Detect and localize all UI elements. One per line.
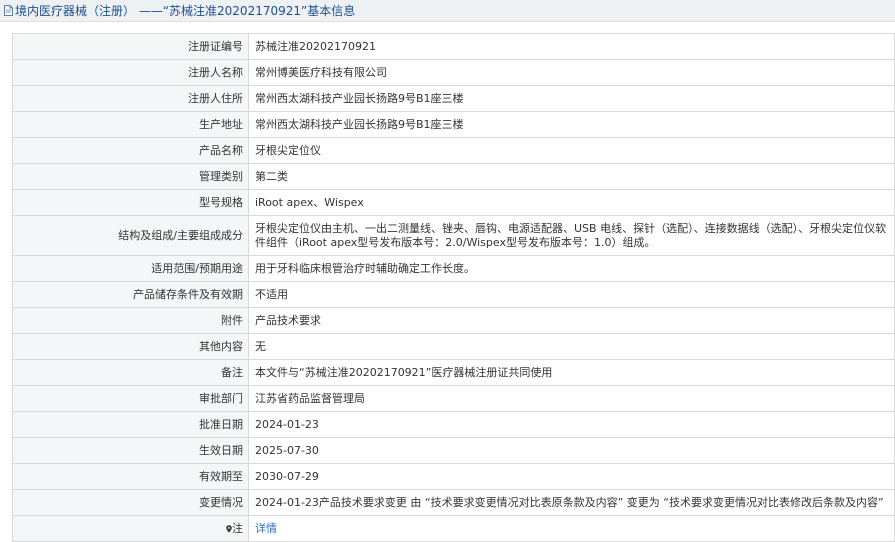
registration-info-table: 注册证编号 苏械注准20202170921 注册人名称 常州博美医疗科技有限公司 注册人… [12,33,895,542]
info-row: 变更情况 2024-01-23产品技术要求变更 由 “技术要求变更情况对比表原条款… [12,489,895,516]
info-row: 产品储存条件及有效期 不适用 [12,281,895,308]
field-label: 注册人住所 [12,85,249,112]
field-label: 注册证编号 [12,33,249,60]
field-value: 江苏省药品监督管理局 [248,385,895,412]
info-row: 生效日期 2025-07-30 [12,437,895,464]
field-label: 注册人名称 [12,59,249,86]
field-label: 批准日期 [12,411,249,438]
page-title: 境内医疗器械（注册） ——“苏械注准20202170921”基本信息 [15,4,356,18]
field-value: 用于牙科临床根管治疗时辅助确定工作长度。 [248,255,895,282]
info-row: 适用范围/预期用途 用于牙科临床根管治疗时辅助确定工作长度。 [12,255,895,282]
info-row: 有效期至 2030-07-29 [12,463,895,490]
details-link[interactable]: 详情 [255,522,277,535]
field-label: 管理类别 [12,163,249,190]
info-row: 批准日期 2024-01-23 [12,411,895,438]
info-row: 注册人名称 常州博美医疗科技有限公司 [12,59,895,86]
field-label: 产品储存条件及有效期 [12,281,249,308]
field-label: 备注 [12,359,249,386]
field-value: 苏械注准20202170921 [248,33,895,60]
field-value: 2025-07-30 [248,437,895,464]
info-row: 注册证编号 苏械注准20202170921 [12,33,895,60]
field-label: 适用范围/预期用途 [12,255,249,282]
note-label-cell: 注 [12,515,249,542]
field-label: 生产地址 [12,111,249,138]
field-value: iRoot apex、Wispex [248,189,895,216]
field-value: 本文件与“苏械注准20202170921”医疗器械注册证共同使用 [248,359,895,386]
field-value: 第二类 [248,163,895,190]
page-header: 境内医疗器械（注册） ——“苏械注准20202170921”基本信息 [0,0,895,22]
field-value: 2024-01-23产品技术要求变更 由 “技术要求变更情况对比表原条款及内容”… [248,489,895,516]
field-value: 牙根尖定位仪由主机、一出二测量线、锉夹、唇钩、电源适配器、USB 电线、探针（选… [248,215,895,256]
field-value: 无 [248,333,895,360]
info-row: 结构及组成/主要组成成分 牙根尖定位仪由主机、一出二测量线、锉夹、唇钩、电源适配器… [12,215,895,256]
info-row: 注册人住所 常州西太湖科技产业园长扬路9号B1座三楼 [12,85,895,112]
field-value: 常州博美医疗科技有限公司 [248,59,895,86]
note-value-cell: 详情 [248,515,895,542]
field-value: 2030-07-29 [248,463,895,490]
field-value: 牙根尖定位仪 [248,137,895,164]
field-label: 产品名称 [12,137,249,164]
info-row: 生产地址 常州西太湖科技产业园长扬路9号B1座三楼 [12,111,895,138]
info-row: 附件 产品技术要求 [12,307,895,334]
info-row: 备注 本文件与“苏械注准20202170921”医疗器械注册证共同使用 [12,359,895,386]
field-value: 常州西太湖科技产业园长扬路9号B1座三楼 [248,111,895,138]
info-row: 产品名称 牙根尖定位仪 [12,137,895,164]
field-label: 型号规格 [12,189,249,216]
field-label: 审批部门 [12,385,249,412]
info-row: 管理类别 第二类 [12,163,895,190]
field-label: 结构及组成/主要组成成分 [12,215,249,256]
field-label: 有效期至 [12,463,249,490]
note-label: 注 [232,521,243,535]
field-label: 变更情况 [12,489,249,516]
field-value: 不适用 [248,281,895,308]
field-value: 2024-01-23 [248,411,895,438]
field-label: 其他内容 [12,333,249,360]
info-row: 其他内容无 [12,333,895,360]
field-value: 常州西太湖科技产业园长扬路9号B1座三楼 [248,85,895,112]
document-icon [4,5,13,16]
field-label: 生效日期 [12,437,249,464]
info-row: 审批部门 江苏省药品监督管理局 [12,385,895,412]
note-row: 注详情 [12,515,895,542]
info-row: 型号规格 iRoot apex、Wispex [12,189,895,216]
field-label: 附件 [12,307,249,334]
field-value: 产品技术要求 [248,307,895,334]
